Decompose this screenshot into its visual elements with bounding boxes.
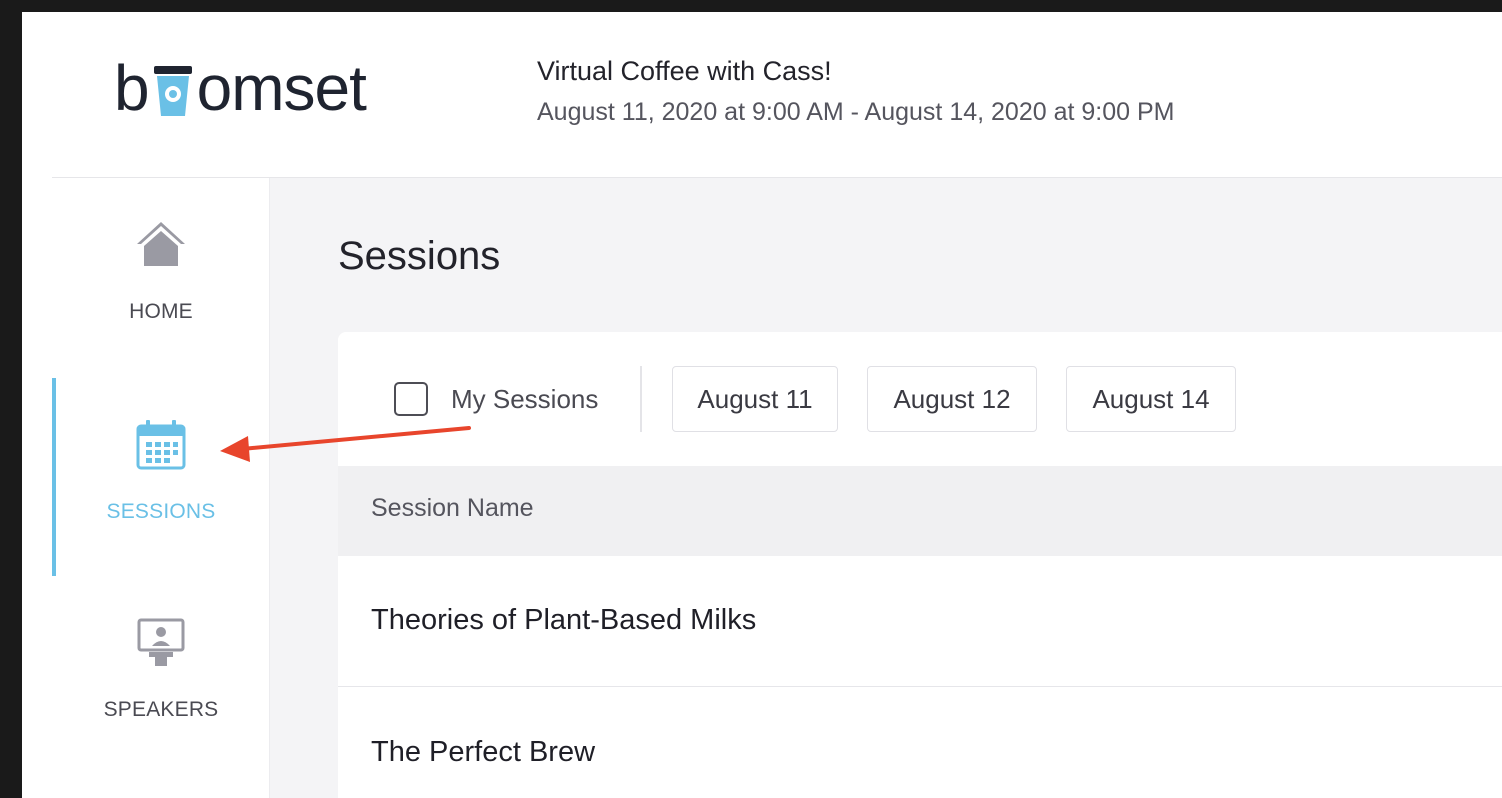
speaker-podium-icon (137, 618, 185, 666)
sidebar-item-label: SESSIONS (106, 500, 216, 523)
sidebar-item-label: HOME (129, 300, 193, 323)
header: b omset Virtual Coffee with Cass! August… (22, 12, 1502, 177)
coffee-cup-icon (153, 66, 192, 116)
date-filter-button[interactable]: August 14 (1066, 366, 1236, 432)
event-dates: August 11, 2020 at 9:00 AM - August 14, … (537, 98, 1175, 126)
my-sessions-label: My Sessions (451, 383, 599, 414)
sidebar-item-sessions[interactable]: SESSIONS (52, 416, 270, 616)
my-sessions-checkbox[interactable] (394, 382, 428, 416)
calendar-icon (136, 420, 186, 470)
home-icon (137, 222, 185, 266)
my-sessions-filter[interactable]: My Sessions (394, 382, 598, 416)
filter-divider (640, 366, 642, 432)
column-header-session-name[interactable]: Session Name (371, 494, 534, 523)
event-title: Virtual Coffee with Cass! (537, 56, 832, 86)
date-filter-button[interactable]: August 12 (867, 366, 1037, 432)
date-filter-button[interactable]: August 11 (672, 366, 838, 432)
sidebar-item-speakers[interactable]: SPEAKERS (52, 614, 270, 798)
logo-text-start: b (114, 52, 150, 124)
table-row[interactable]: Theories of Plant-Based Milks (338, 556, 1502, 687)
table-header: Session Name (338, 466, 1502, 556)
filter-bar: My Sessions August 11 August 12 August 1… (338, 332, 1502, 466)
sessions-card: My Sessions August 11 August 12 August 1… (338, 332, 1502, 798)
sidebar-item-home[interactable]: HOME (52, 216, 270, 416)
sidebar: HOME SESSIONS SPEAKERS (52, 178, 270, 798)
table-row[interactable]: The Perfect Brew (338, 688, 1502, 798)
session-name: The Perfect Brew (371, 736, 596, 768)
session-name: Theories of Plant-Based Milks (371, 604, 757, 636)
main-content: Sessions My Sessions August 11 August 12… (270, 178, 1502, 798)
sidebar-item-label: SPEAKERS (103, 698, 219, 721)
app-window: b omset Virtual Coffee with Cass! August… (22, 12, 1502, 798)
page-title: Sessions (338, 234, 501, 278)
logo-text-end: omset (196, 52, 367, 124)
boomset-logo[interactable]: b omset (114, 52, 367, 124)
